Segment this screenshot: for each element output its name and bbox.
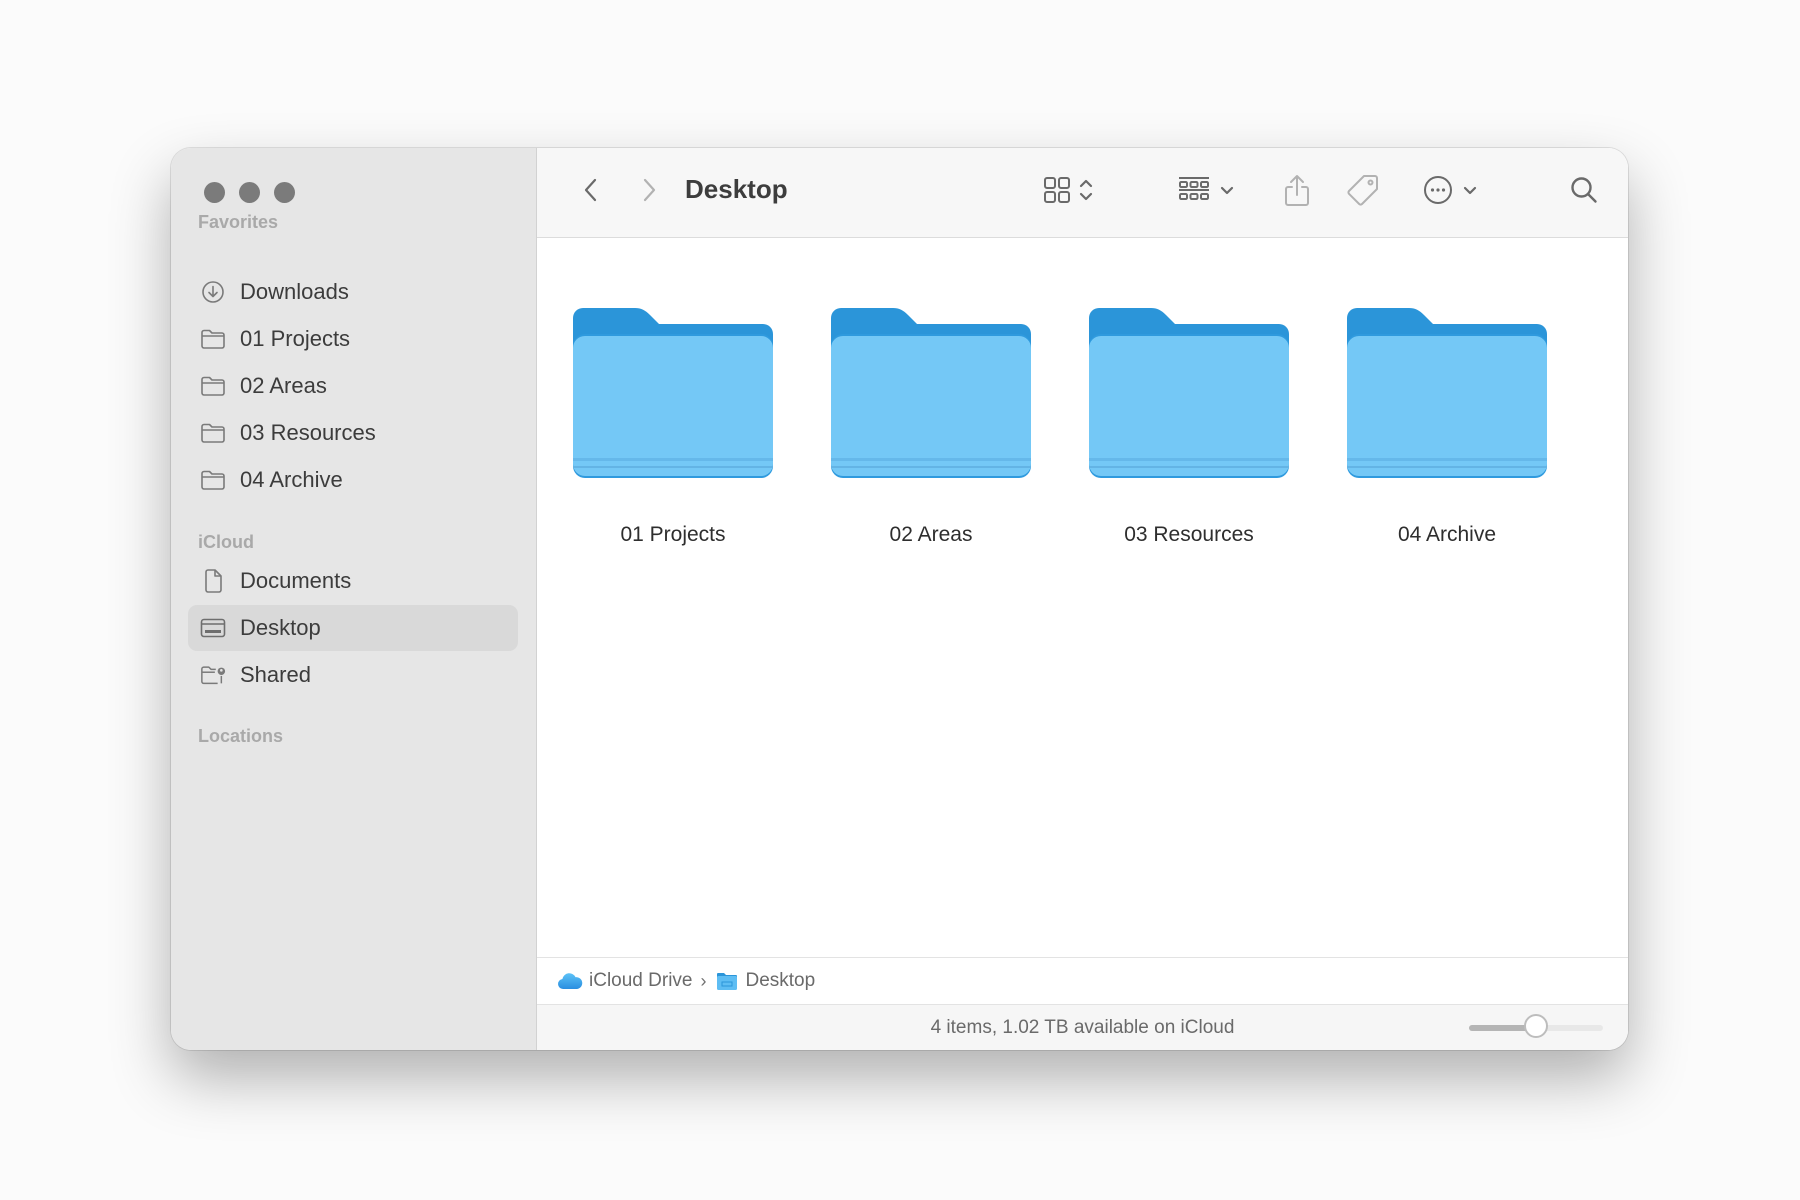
sidebar-item-shared[interactable]: Shared bbox=[188, 652, 518, 698]
group-grid-icon bbox=[1178, 176, 1210, 209]
folder-icon bbox=[200, 467, 226, 493]
minimize-button[interactable] bbox=[239, 182, 260, 203]
section-header-locations: Locations bbox=[198, 726, 284, 746]
icon-size-slider[interactable] bbox=[1469, 1014, 1603, 1038]
sidebar-item-downloads[interactable]: Downloads bbox=[188, 269, 518, 315]
search-button[interactable] bbox=[1564, 170, 1604, 214]
folder-item[interactable]: 02 Areas bbox=[802, 308, 1060, 547]
close-button[interactable] bbox=[204, 182, 225, 203]
chevron-down-icon bbox=[1463, 183, 1477, 201]
folder-name: 02 Areas bbox=[889, 523, 973, 546]
sidebar-item-label: Desktop bbox=[240, 615, 321, 640]
sidebar: Favorites Downloads 01 Projects 02 Areas… bbox=[171, 148, 537, 1050]
sidebar-item-label: 02 Areas bbox=[240, 373, 327, 398]
sidebar-item-desktop[interactable]: Desktop bbox=[188, 605, 518, 651]
content-area: Desktop 01 Projects 02 Areas 03 Resource… bbox=[537, 148, 1628, 1050]
finder-window: Favorites Downloads 01 Projects 02 Areas… bbox=[171, 148, 1628, 1050]
folder-icon bbox=[200, 420, 226, 446]
forward-button[interactable] bbox=[631, 170, 667, 214]
icon-grid-icon bbox=[1043, 176, 1071, 209]
view-mode-button[interactable] bbox=[1037, 170, 1099, 214]
folder-item[interactable]: 03 Resources bbox=[1060, 308, 1318, 547]
ellipsis-circle-icon bbox=[1423, 175, 1453, 210]
path-separator: › bbox=[700, 970, 707, 991]
folder-name: 04 Archive bbox=[1397, 523, 1497, 546]
desktop-folder-icon bbox=[716, 972, 738, 991]
sidebar-item-documents[interactable]: Documents bbox=[188, 558, 518, 604]
tag-icon bbox=[1346, 173, 1380, 212]
search-icon bbox=[1569, 175, 1599, 210]
section-header-icloud: iCloud bbox=[198, 532, 254, 552]
sidebar-item-label: 01 Projects bbox=[240, 326, 351, 351]
folder-icon bbox=[831, 308, 1031, 483]
sidebar-item-label: 03 Resources bbox=[240, 420, 376, 445]
folder-name: 03 Resources bbox=[1124, 523, 1254, 546]
status-text: 4 items, 1.02 TB available on iCloud bbox=[930, 1016, 1235, 1038]
shared-folder-icon bbox=[200, 662, 226, 688]
group-button[interactable] bbox=[1173, 170, 1239, 214]
sidebar-item-label: 04 Archive bbox=[240, 467, 343, 492]
sidebar-item-label: Documents bbox=[240, 568, 352, 593]
sidebar-item-03-resources[interactable]: 03 Resources bbox=[188, 410, 518, 456]
path-segment-desktop[interactable]: Desktop bbox=[745, 970, 815, 992]
folder-icon bbox=[1089, 308, 1289, 483]
toolbar: Desktop bbox=[537, 148, 1628, 238]
download-circle-icon bbox=[200, 279, 226, 305]
up-down-chevron-icon bbox=[1079, 178, 1093, 207]
sidebar-item-01-projects[interactable]: 01 Projects bbox=[188, 316, 518, 362]
back-button[interactable] bbox=[573, 170, 609, 214]
chevron-left-icon bbox=[583, 177, 599, 208]
folder-icon bbox=[573, 308, 773, 483]
sidebar-item-label: Downloads bbox=[240, 279, 349, 304]
folder-item[interactable]: 01 Projects bbox=[544, 308, 802, 547]
icloud-icon bbox=[557, 972, 583, 990]
section-header-favorites: Favorites bbox=[198, 212, 279, 232]
more-actions-button[interactable] bbox=[1417, 170, 1483, 214]
status-bar: 4 items, 1.02 TB available on iCloud bbox=[537, 1005, 1628, 1050]
folder-icon bbox=[200, 326, 226, 352]
share-icon bbox=[1283, 173, 1311, 212]
share-button[interactable] bbox=[1279, 170, 1315, 214]
desktop-icon bbox=[200, 615, 226, 641]
folder-item[interactable]: 04 Archive bbox=[1318, 308, 1576, 547]
path-bar: iCloud Drive › Desktop bbox=[537, 957, 1628, 1005]
sidebar-item-04-archive[interactable]: 04 Archive bbox=[188, 457, 518, 503]
folder-icon bbox=[200, 373, 226, 399]
path-segment-icloud-drive[interactable]: iCloud Drive bbox=[589, 970, 692, 992]
chevron-down-icon bbox=[1220, 183, 1234, 201]
tag-button[interactable] bbox=[1343, 170, 1383, 214]
document-icon bbox=[200, 568, 226, 594]
window-controls bbox=[204, 182, 295, 203]
window-title: Desktop bbox=[685, 174, 788, 204]
slider-knob[interactable] bbox=[1524, 1014, 1548, 1038]
sidebar-item-label: Shared bbox=[240, 662, 311, 687]
zoom-button[interactable] bbox=[274, 182, 295, 203]
folder-name: 01 Projects bbox=[620, 523, 726, 546]
folder-icon bbox=[1347, 308, 1547, 483]
sidebar-item-02-areas[interactable]: 02 Areas bbox=[188, 363, 518, 409]
chevron-right-icon bbox=[641, 177, 657, 208]
